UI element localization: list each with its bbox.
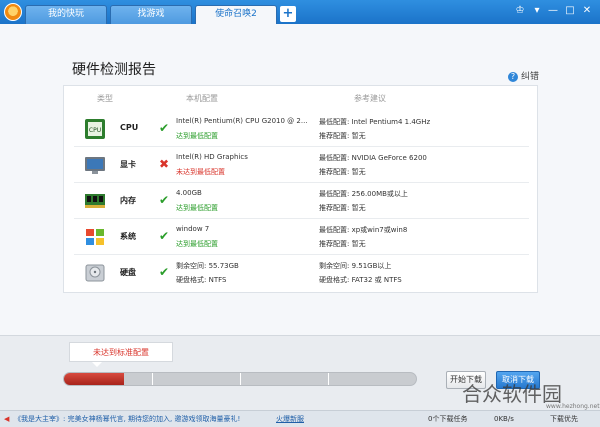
help-icon: ? xyxy=(508,72,518,82)
windows-icon xyxy=(86,229,104,245)
row-name: 显卡 xyxy=(120,160,136,169)
min-spec: 剩余空间: 9.51GB以上 xyxy=(319,262,392,270)
check-icon: ✔ xyxy=(159,193,170,207)
news-ticker[interactable]: 《我是大主宰》: 完美女神杨幂代言, 期待您的加入, 邀游戏领取海量豪礼! xyxy=(14,411,240,427)
tab-my-games[interactable]: 我的快玩 xyxy=(25,5,107,24)
min-spec: 最低配置: 256.00MB或以上 xyxy=(319,190,408,198)
table-row: 显卡 ✖ Intel(R) HD Graphics 未达到最低配置 最低配置: … xyxy=(74,147,529,183)
check-icon: ✔ xyxy=(159,229,170,243)
mine-result: 达到最低配置 xyxy=(176,132,218,140)
tab-game-current[interactable]: 使命召唤2 xyxy=(195,5,277,24)
progress-divider xyxy=(152,373,153,385)
add-tab-button[interactable]: + xyxy=(280,6,296,22)
mine-spec: Intel(R) HD Graphics xyxy=(176,153,248,161)
svg-text:CPU: CPU xyxy=(89,127,101,134)
progress-fill xyxy=(64,373,124,385)
table-row: CPU CPU ✔ Intel(R) Pentium(R) CPU G2010 … xyxy=(74,111,529,147)
min-spec: 最低配置: NVIDIA GeForce 6200 xyxy=(319,154,427,162)
progress-divider xyxy=(328,373,329,385)
table-row: 硬盘 ✔ 剩余空间: 55.73GB 硬盘格式: NTFS 剩余空间: 9.51… xyxy=(74,255,529,291)
progress-divider xyxy=(240,373,241,385)
skin-icon[interactable]: ♔ xyxy=(513,4,527,18)
rec-spec: 推荐配置: 暂无 xyxy=(319,240,366,248)
maximize-icon[interactable]: □ xyxy=(563,4,577,18)
rec-spec: 推荐配置: 暂无 xyxy=(319,204,366,212)
cpu-icon: CPU xyxy=(85,119,105,139)
mine-result: 未达到最低配置 xyxy=(176,168,225,176)
menu-icon[interactable]: ▾ xyxy=(530,4,544,18)
hot-server-link[interactable]: 火爆新服 xyxy=(276,411,304,427)
watermark-url: www.hezhong.net xyxy=(546,403,600,410)
memory-icon xyxy=(85,194,105,208)
check-icon: ✔ xyxy=(159,265,170,279)
download-speed: 0KB/s xyxy=(494,415,514,423)
progress-bar xyxy=(63,372,417,386)
status-bar: ◀ 《我是大主宰》: 完美女神杨幂代言, 期待您的加入, 邀游戏领取海量豪礼! … xyxy=(0,410,600,427)
mine-result: 达到最低配置 xyxy=(176,204,218,212)
mine-spec: 4.00GB xyxy=(176,189,202,197)
mine-result: 达到最低配置 xyxy=(176,240,218,248)
column-mine: 本机配置 xyxy=(186,94,218,103)
page-title: 硬件检测报告 xyxy=(72,62,156,78)
row-name: 系统 xyxy=(120,232,136,241)
correct-link[interactable]: ? 纠错 xyxy=(508,69,539,82)
table-row: 系统 ✔ window 7 达到最低配置 最低配置: xp或win7或win8 … xyxy=(74,219,529,255)
row-name: 硬盘 xyxy=(120,268,136,277)
graphics-card-icon xyxy=(85,157,105,174)
rec-spec: 硬盘格式: FAT32 或 NTFS xyxy=(319,276,402,284)
title-bar: 我的快玩 找游戏 使命召唤2 + ♔ ▾ — □ ✕ xyxy=(0,0,600,24)
app-logo-icon xyxy=(4,3,22,21)
correct-label: 纠错 xyxy=(521,72,540,82)
mine-spec: 剩余空间: 55.73GB xyxy=(176,262,239,270)
speaker-icon: ◀ xyxy=(4,415,10,423)
minimize-icon[interactable]: — xyxy=(546,4,560,18)
row-name: CPU xyxy=(120,123,139,132)
close-icon[interactable]: ✕ xyxy=(580,4,594,18)
rec-spec: 推荐配置: 暂无 xyxy=(319,168,366,176)
tab-find-games[interactable]: 找游戏 xyxy=(110,5,192,24)
rec-spec: 推荐配置: 暂无 xyxy=(319,132,366,140)
download-priority[interactable]: 下载优先 xyxy=(550,411,578,427)
download-count[interactable]: 0个下载任务 xyxy=(428,411,467,427)
column-type: 类型 xyxy=(97,94,113,103)
mine-format: 硬盘格式: NTFS xyxy=(176,276,227,284)
row-name: 内存 xyxy=(120,196,136,205)
mine-spec: window 7 xyxy=(176,225,210,233)
column-recommended: 参考建议 xyxy=(354,94,386,103)
min-spec: 最低配置: xp或win7或win8 xyxy=(319,226,408,234)
check-icon: ✔ xyxy=(159,121,170,135)
min-spec: 最低配置: Intel Pentium4 1.4GHz xyxy=(319,118,431,126)
table-row: 内存 ✔ 4.00GB 达到最低配置 最低配置: 256.00MB或以上 推荐配… xyxy=(74,183,529,219)
hard-disk-icon xyxy=(85,264,105,282)
cross-icon: ✖ xyxy=(159,157,170,171)
progress-tooltip: 未达到标准配置 xyxy=(69,342,173,367)
mine-spec: Intel(R) Pentium(R) CPU G2010 @ 2... xyxy=(176,117,308,125)
report-panel: 类型 本机配置 参考建议 CPU CPU ✔ Intel(R) Pentium(… xyxy=(63,85,538,293)
